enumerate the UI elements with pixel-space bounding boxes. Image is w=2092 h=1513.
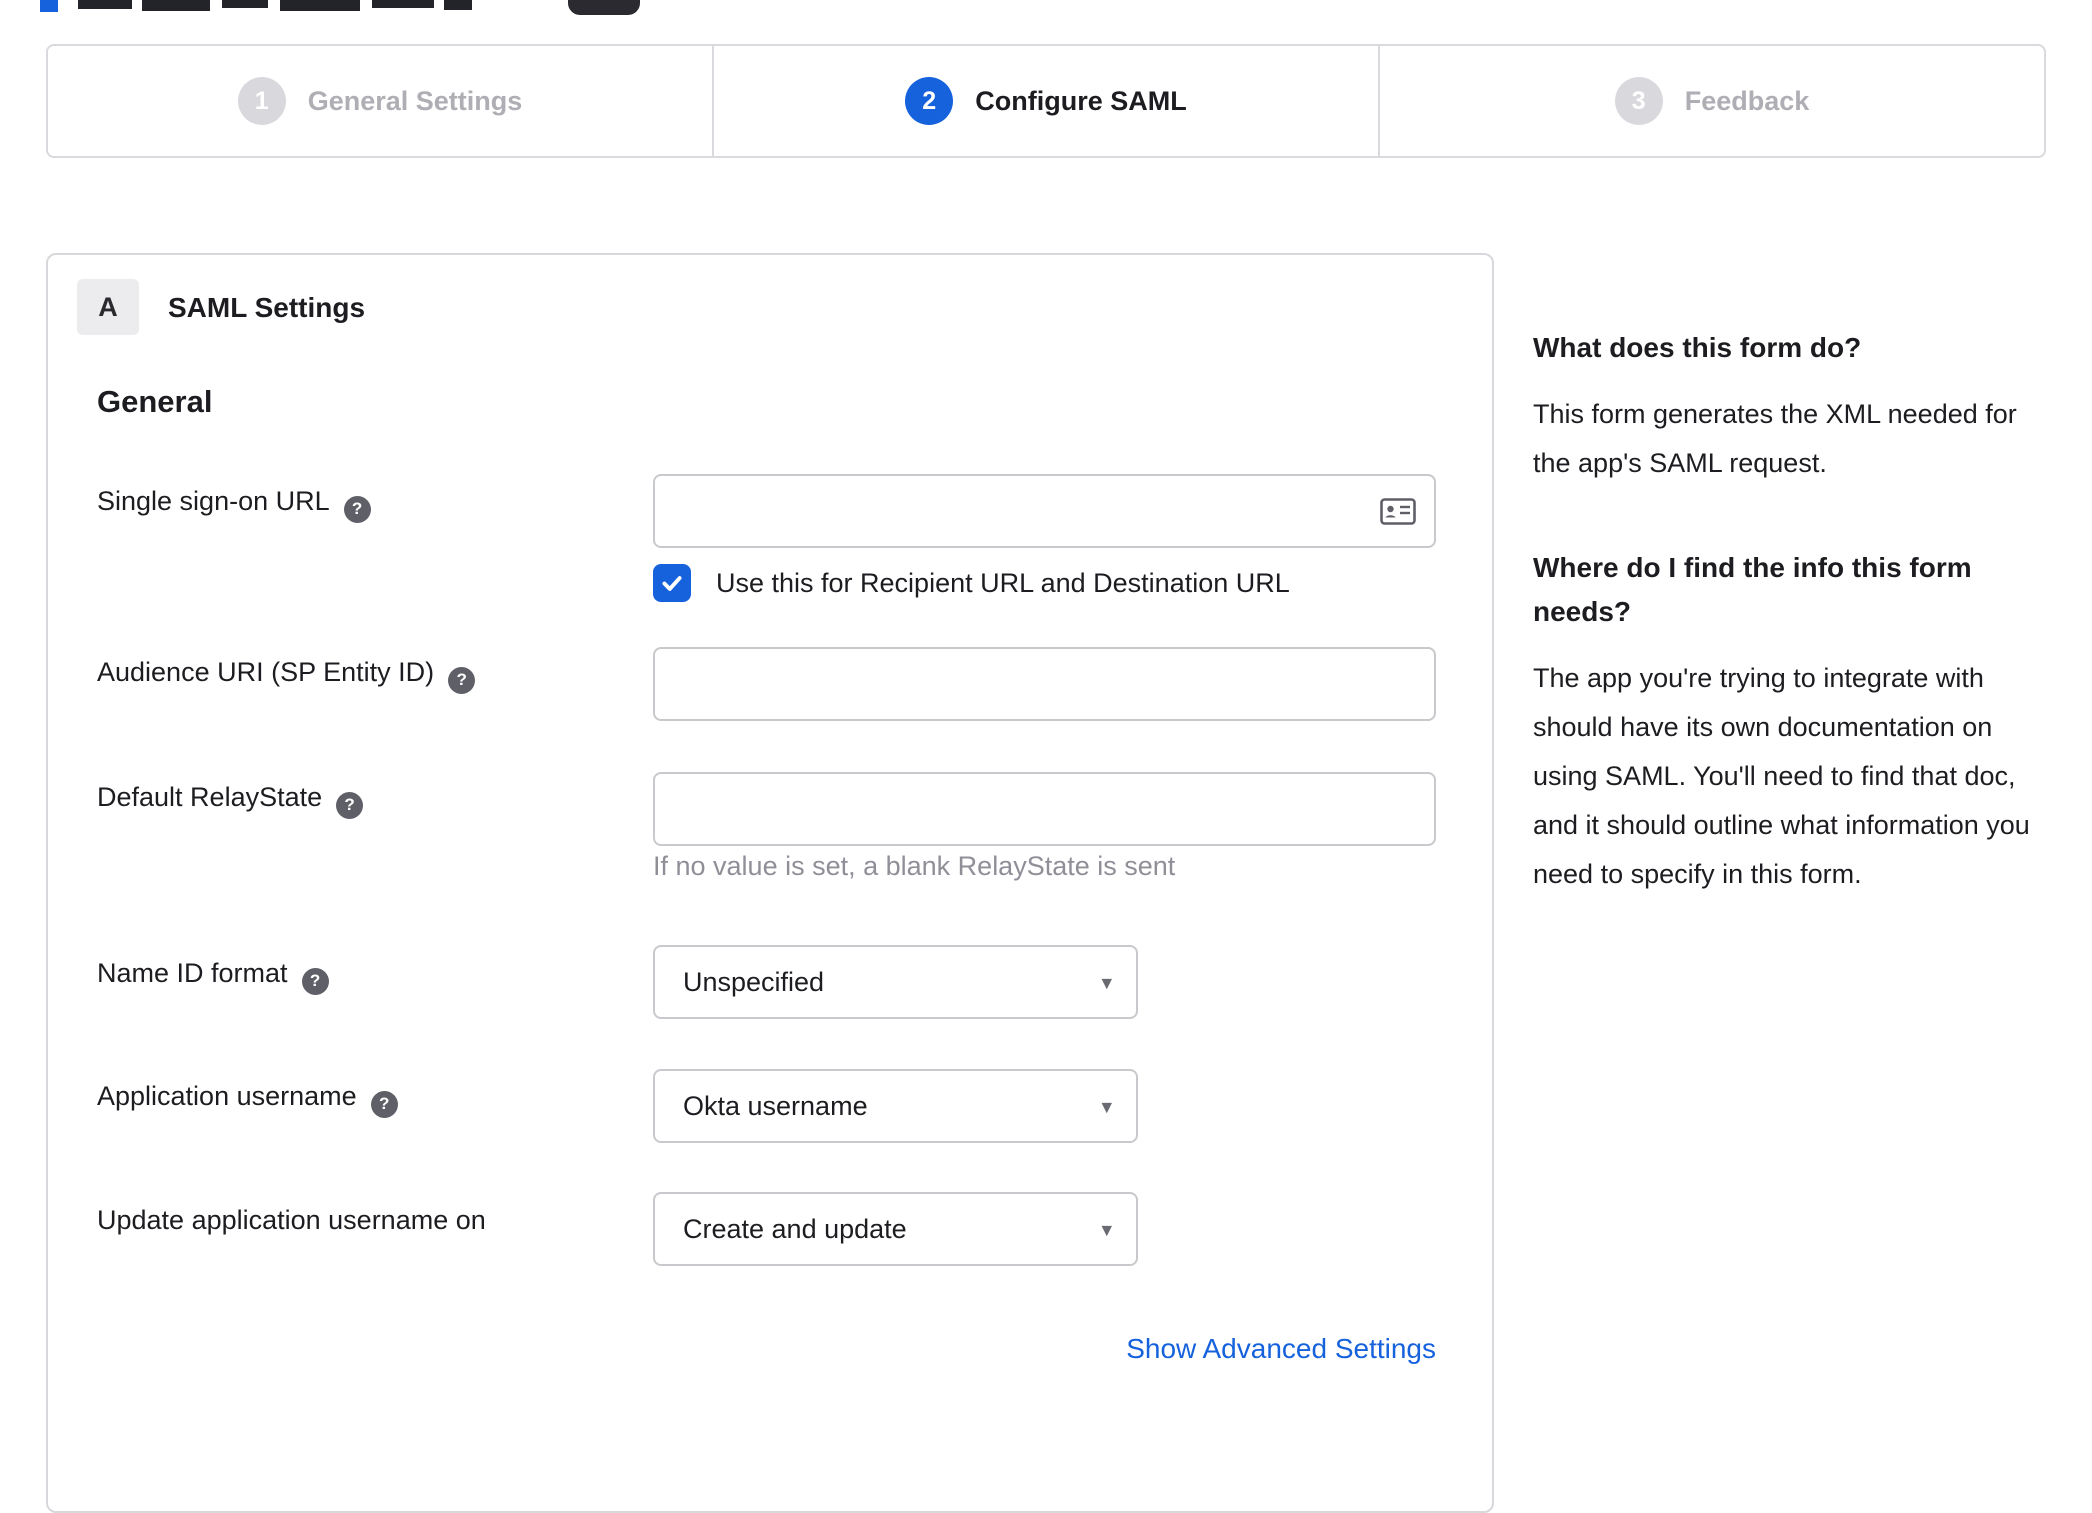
- relaystate-input[interactable]: [653, 772, 1436, 846]
- wizard-stepper: 1 General Settings 2 Configure SAML 3 Fe…: [46, 44, 2046, 158]
- recipient-url-checkbox-row: Use this for Recipient URL and Destinati…: [653, 564, 1290, 602]
- step-label: Feedback: [1684, 85, 1810, 116]
- relaystate-hint: If no value is set, a blank RelayState i…: [653, 851, 1176, 881]
- app-username-label: Application username?: [97, 1081, 398, 1118]
- sso-url-input-wrap: [653, 474, 1436, 548]
- step-number-badge: 1: [237, 77, 286, 125]
- name-id-format-label-text: Name ID format: [97, 958, 288, 988]
- update-username-label-text: Update application username on: [97, 1205, 486, 1235]
- app-title-fragment: [280, 0, 360, 11]
- name-id-format-select[interactable]: Unspecified ▾: [653, 945, 1138, 1019]
- step-label: General Settings: [307, 85, 523, 116]
- audience-uri-label-text: Audience URI (SP Entity ID): [97, 657, 435, 687]
- contact-card-icon: [1380, 498, 1416, 525]
- step-general-settings[interactable]: 1 General Settings: [48, 46, 712, 156]
- app-username-label-text: Application username: [97, 1081, 357, 1111]
- help-icon[interactable]: ?: [336, 791, 364, 819]
- name-id-format-label: Name ID format?: [97, 958, 329, 995]
- help-block: Where do I find the info this form needs…: [1533, 546, 2049, 899]
- update-username-value: Create and update: [683, 1213, 907, 1244]
- relaystate-input-wrap: [653, 772, 1436, 846]
- help-icon[interactable]: ?: [301, 967, 329, 995]
- group-title-general: General: [97, 384, 213, 419]
- app-username-select[interactable]: Okta username ▾: [653, 1069, 1138, 1143]
- sso-url-label-text: Single sign-on URL: [97, 486, 330, 516]
- help-body: The app you're trying to integrate with …: [1533, 663, 2030, 889]
- help-block: What does this form do? This form genera…: [1533, 326, 2049, 488]
- help-icon[interactable]: ?: [448, 666, 476, 694]
- app-title-fragment: [444, 0, 472, 10]
- audience-uri-input[interactable]: [653, 647, 1436, 721]
- step-number-badge: 2: [905, 77, 954, 125]
- step-number-badge: 3: [1614, 77, 1663, 125]
- app-title-fragment: [372, 0, 434, 8]
- app-settings-fragment: [568, 0, 640, 15]
- advanced-settings-row: Show Advanced Settings: [653, 1333, 1436, 1365]
- recipient-url-checkbox[interactable]: [653, 564, 691, 602]
- section-a-badge: A: [77, 279, 139, 335]
- app-logo-fragment: [40, 0, 58, 12]
- update-username-select[interactable]: Create and update ▾: [653, 1192, 1138, 1266]
- recipient-url-checkbox-label: Use this for Recipient URL and Destinati…: [716, 567, 1290, 598]
- relaystate-label: Default RelayState?: [97, 782, 364, 819]
- step-configure-saml[interactable]: 2 Configure SAML: [712, 46, 1378, 156]
- relaystate-label-text: Default RelayState: [97, 782, 323, 812]
- help-icon[interactable]: ?: [343, 495, 371, 523]
- app-title-fragment: [78, 0, 132, 9]
- help-icon[interactable]: ?: [370, 1090, 398, 1118]
- update-username-label: Update application username on: [97, 1205, 486, 1236]
- help-heading: What does this form do?: [1533, 332, 1862, 363]
- chevron-down-icon: ▾: [1101, 971, 1112, 995]
- sso-url-label: Single sign-on URL?: [97, 486, 371, 523]
- show-advanced-settings-link[interactable]: Show Advanced Settings: [1126, 1333, 1436, 1364]
- chevron-down-icon: ▾: [1101, 1218, 1112, 1242]
- help-sidebar: What does this form do? This form genera…: [1533, 326, 2049, 899]
- checkmark-icon: [662, 576, 682, 591]
- section-title: SAML Settings: [168, 292, 366, 323]
- step-label: Configure SAML: [975, 85, 1187, 116]
- step-feedback[interactable]: 3 Feedback: [1378, 46, 2044, 156]
- help-heading: Where do I find the info this form needs…: [1533, 552, 1972, 627]
- chevron-down-icon: ▾: [1101, 1095, 1112, 1119]
- audience-uri-input-wrap: [653, 647, 1436, 721]
- sso-url-input[interactable]: [653, 474, 1436, 548]
- app-username-value: Okta username: [683, 1090, 868, 1121]
- name-id-format-value: Unspecified: [683, 966, 825, 997]
- audience-uri-label: Audience URI (SP Entity ID)?: [97, 657, 476, 694]
- app-title-fragment: [142, 0, 210, 11]
- help-body: This form generates the XML needed for t…: [1533, 399, 2017, 478]
- app-title-fragment: [222, 0, 268, 8]
- saml-settings-card: A SAML Settings General Single sign-on U…: [46, 253, 1494, 1513]
